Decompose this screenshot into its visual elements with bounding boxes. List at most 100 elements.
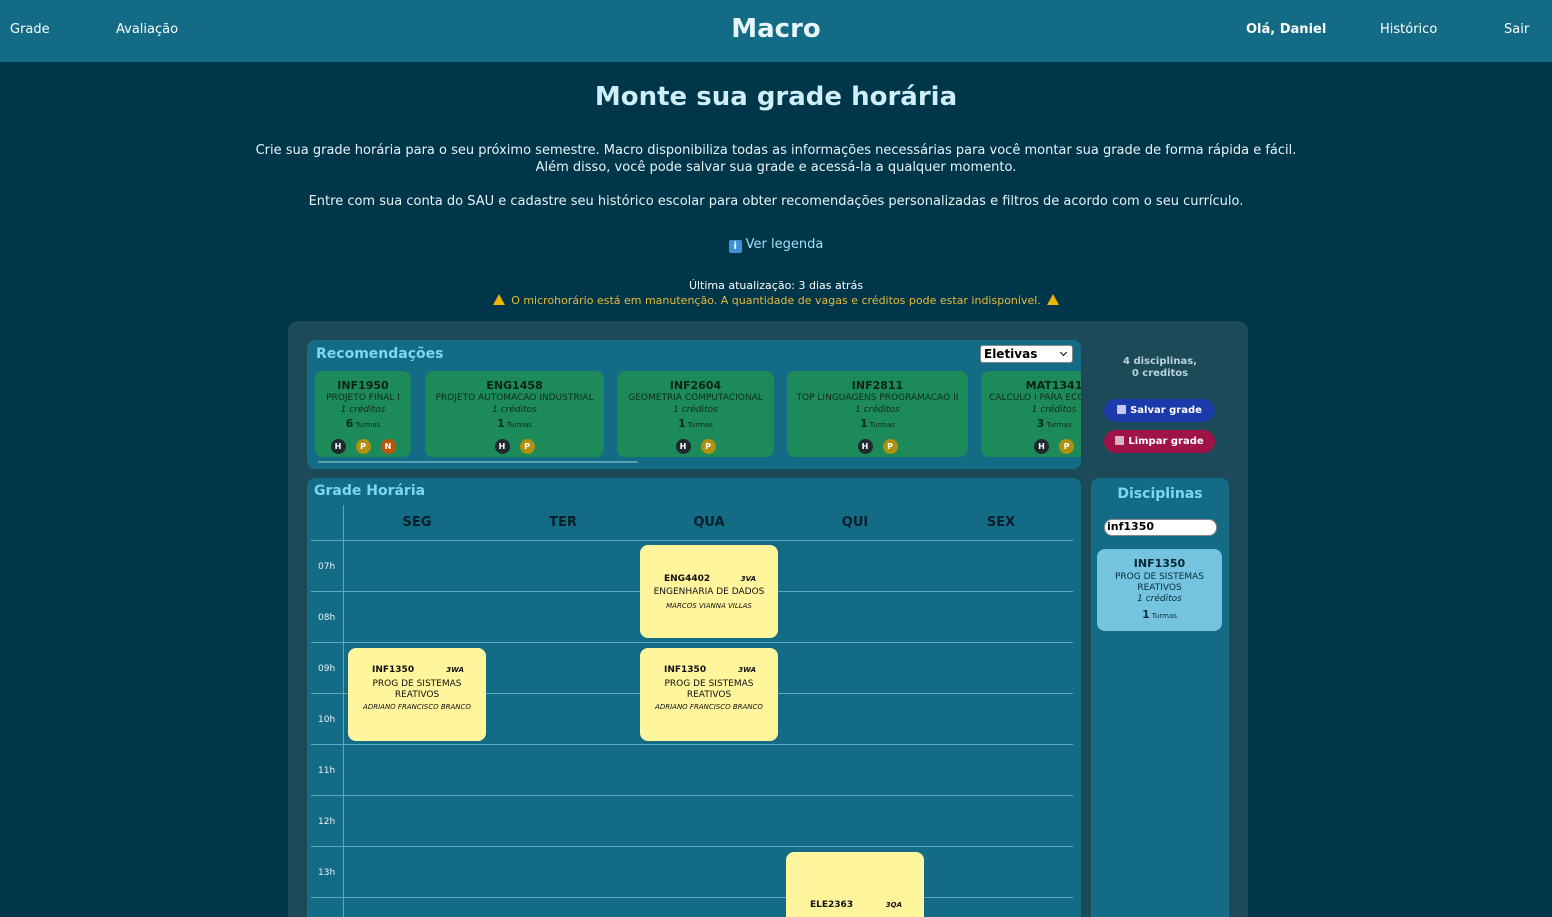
recommendations-scrollbar[interactable] [318, 461, 638, 463]
discipline-card[interactable]: INF1350 PROG DE SISTEMAS REATIVOS 1 créd… [1097, 549, 1222, 631]
badge-h: H [330, 439, 346, 454]
course-turmas: 1 Turmas [1142, 608, 1177, 621]
schedule-event[interactable]: ELE2363 3QA [786, 852, 924, 917]
disciplines-title: Disciplinas [1117, 486, 1203, 502]
event-course-code: INF1350 [664, 665, 707, 675]
course-code: MAT1341 [1025, 379, 1081, 392]
event-course-code: ENG4402 [664, 574, 711, 584]
floppy-disk-icon [1117, 405, 1127, 414]
schedule-title: Grade Horária [314, 483, 426, 499]
filter-selected-value: Eletivas [984, 347, 1038, 361]
event-turma: 3VA [740, 575, 756, 583]
page-title: Monte sua grade horária [594, 82, 958, 112]
course-turmas: 1 Turmas [678, 417, 713, 430]
course-name: CALCULO I PARA ECO [989, 393, 1081, 403]
course-code: INF1950 [337, 379, 389, 392]
course-name: PROG DE SISTEMAS REATIVOS [1115, 572, 1204, 593]
course-credits: 1 créditos [855, 405, 900, 415]
clear-grade-button[interactable]: Limpar grade [1104, 430, 1215, 453]
intro-text-line-1: Crie sua grade horária para o seu próxim… [255, 143, 1297, 158]
warning-icon [493, 294, 506, 305]
nav-historico-link[interactable]: Histórico [1380, 22, 1437, 37]
maintenance-warning: O microhorário está em manutenção. A qua… [0, 294, 1552, 307]
legend-link-label[interactable]: Ver legenda [746, 237, 824, 252]
last-update-text: Última atualização: 3 dias atrás [688, 279, 864, 292]
badge-p: P [355, 439, 371, 454]
badge-p: P [882, 439, 898, 454]
badge-h: H [1034, 439, 1049, 454]
selected-credits-count: 0 creditos [1131, 368, 1189, 379]
event-professor: ADRIANO FRANCISCO BRANCO [655, 703, 763, 711]
course-code: ENG1458 [486, 379, 543, 392]
course-credits: 1 créditos [1031, 405, 1077, 415]
event-course-name: PROG DE SISTEMAS REATIVOS [664, 679, 754, 700]
day-header-seg: SEG [402, 515, 432, 530]
recommendation-card[interactable]: INF1950 PROJETO FINAL I 1 créditos 6 Turm… [315, 371, 411, 457]
hour-label: 08h [318, 613, 336, 623]
badge-p: P [700, 439, 716, 454]
recommendation-card[interactable]: INF2811 TOP LINGUAGENS PROGRAMACAO II 1 … [787, 371, 968, 457]
discipline-search-input[interactable]: inf1350 [1104, 519, 1217, 536]
course-turmas: 1 Turmas [860, 417, 895, 430]
badge-p: P [1059, 439, 1074, 454]
event-turma: 3WA [738, 666, 756, 674]
event-professor: ADRIANO FRANCISCO BRANCO [363, 703, 471, 711]
trash-icon [1115, 436, 1125, 445]
selected-disciplines-count: 4 disciplinas, [1123, 356, 1197, 367]
event-course-code: INF1350 [372, 665, 415, 675]
schedule-event[interactable]: ENG4402 3VA ENGENHARIA DE DADOS MARCOS V… [640, 545, 778, 638]
grid-line [311, 744, 1073, 745]
course-code: INF1350 [1133, 557, 1186, 570]
course-credits: 1 créditos [1137, 594, 1182, 604]
legend-link[interactable]: i Ver legenda [0, 237, 1552, 253]
course-code: INF2811 [851, 379, 904, 392]
intro-text-line-3: Entre com sua conta do SAU e cadastre se… [308, 194, 1244, 209]
recommendation-card[interactable]: MAT1341 CALCULO I PARA ECO 1 créditos 3T… [981, 371, 1081, 457]
badge-row: HPN [315, 434, 411, 454]
course-turmas: 1 Turmas [497, 417, 532, 430]
badge-h: H [857, 439, 873, 454]
recommendation-card[interactable]: ENG1458 PROJETO AUTOMACAO INDUSTRIAL 1 c… [425, 371, 604, 457]
recommendation-card[interactable]: INF2604 GEOMETRIA COMPUTACIONAL 1 crédit… [617, 371, 774, 457]
recommendations-title: Recomendações [316, 346, 444, 362]
grid-line [311, 897, 1073, 898]
grid-line [311, 846, 1073, 847]
schedule-event[interactable]: INF1350 3WA PROG DE SISTEMAS REATIVOS AD… [348, 648, 486, 741]
disciplines-panel: Disciplinas inf1350 INF1350 PROG DE SIST… [1091, 478, 1229, 917]
course-turmas: 3 Turmas [1036, 417, 1072, 430]
event-course-code: ELE2363 [810, 900, 854, 910]
badge-row: HP [617, 434, 774, 454]
chevron-down-icon [1059, 348, 1068, 357]
event-turma: 3WA [446, 666, 464, 674]
nav-sair-link[interactable]: Sair [1504, 22, 1529, 37]
hour-label: 11h [318, 766, 336, 776]
recommendations-filter-select[interactable]: Eletivas [980, 345, 1073, 363]
course-credits: 1 créditos [492, 405, 537, 415]
grid-line [311, 540, 1073, 541]
course-code: INF2604 [669, 379, 722, 392]
event-course-name: PROG DE SISTEMAS REATIVOS [372, 679, 462, 700]
course-credits: 1 créditos [673, 405, 718, 415]
info-icon: i [728, 240, 742, 253]
event-professor: MARCOS VIANNA VILLAS [666, 602, 752, 610]
badge-row: HP [425, 434, 604, 454]
hour-label: 13h [318, 868, 336, 878]
day-header-ter: TER [549, 515, 577, 530]
save-grade-label: Salvar grade [1130, 405, 1202, 416]
day-header-qua: QUA [693, 515, 725, 530]
save-grade-button[interactable]: Salvar grade [1104, 399, 1215, 422]
grid-line [311, 642, 1073, 643]
warning-text: O microhorário está em manutenção. A qua… [511, 294, 1041, 307]
course-name: PROJETO FINAL I [326, 393, 400, 403]
badge-row: HP [981, 434, 1081, 454]
course-name: PROJETO AUTOMACAO INDUSTRIAL [435, 393, 594, 403]
event-course-name: ENGENHARIA DE DADOS [653, 587, 765, 597]
day-header-qui: QUI [841, 515, 869, 530]
intro-text-line-2: Além disso, você pode salvar sua grade e… [535, 160, 1017, 175]
schedule-event[interactable]: INF1350 3WA PROG DE SISTEMAS REATIVOS AD… [640, 648, 778, 741]
course-credits: 1 créditos [340, 405, 386, 415]
hour-column-divider [343, 505, 344, 917]
course-name: TOP LINGUAGENS PROGRAMACAO II [796, 393, 959, 403]
course-turmas: 6 Turmas [345, 417, 381, 430]
user-greeting[interactable]: Olá, Daniel [1246, 22, 1326, 37]
